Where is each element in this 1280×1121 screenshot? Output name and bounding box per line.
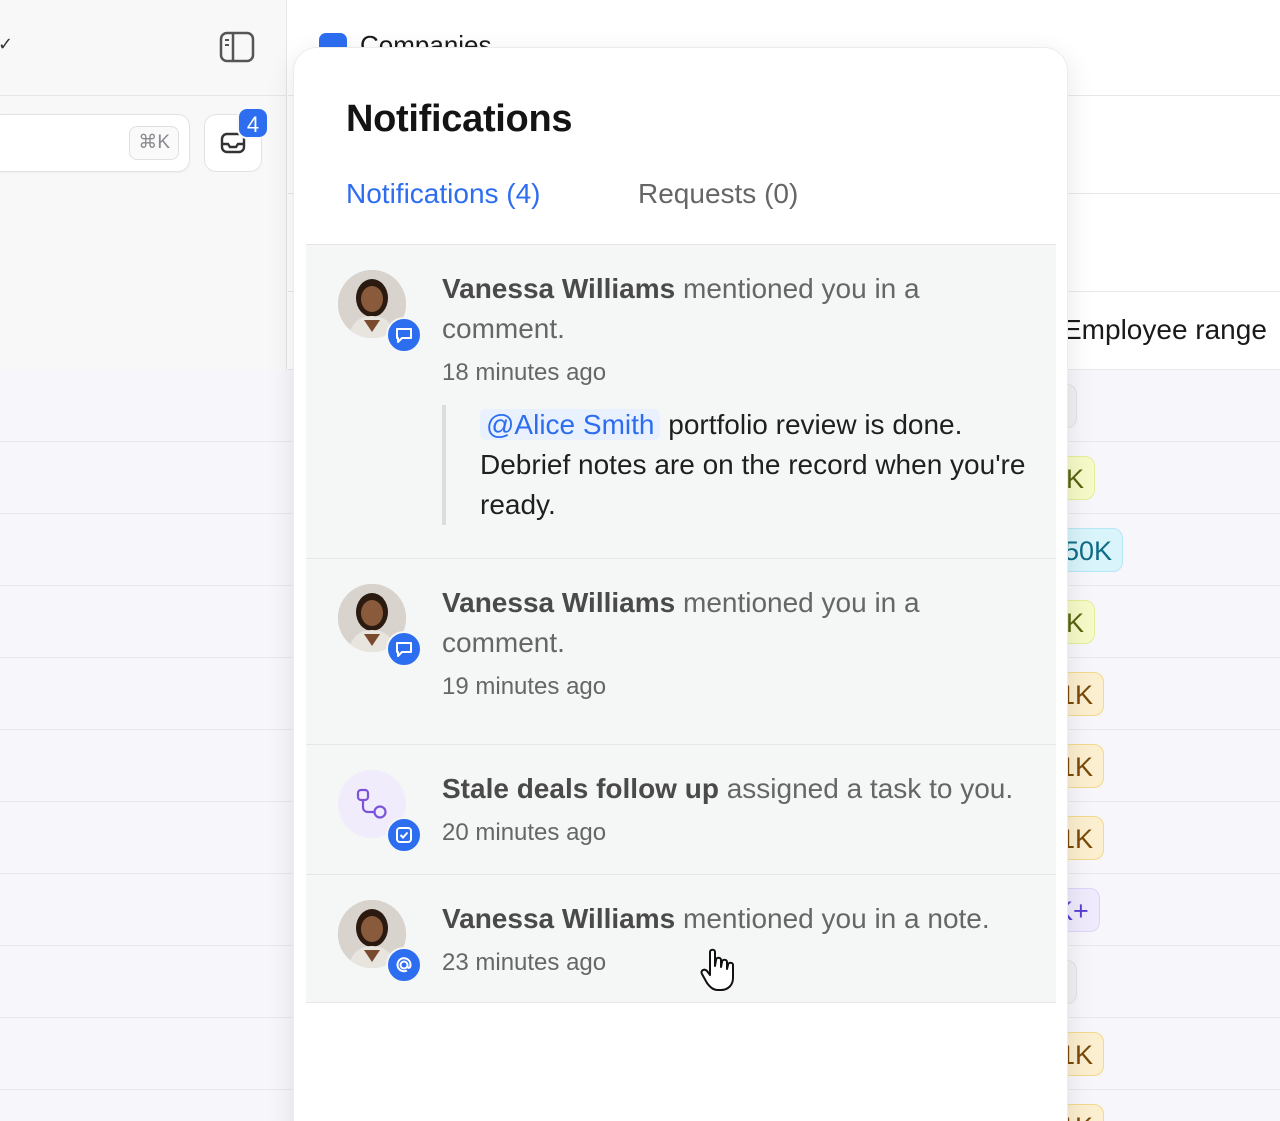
comment-quote: @Alice Smith portfolio review is done. D… <box>442 405 1032 525</box>
notification-action: mentioned you in a note. <box>683 903 990 934</box>
chevron-down-icon[interactable]: ✓ <box>0 34 13 55</box>
notification-item[interactable]: Vanessa Williams mentioned you in a note… <box>306 875 1056 1003</box>
notification-actor: Stale deals follow up <box>442 773 719 804</box>
sidebar-toggle-icon[interactable] <box>219 31 255 63</box>
column-header-employee-range[interactable]: Employee range <box>1063 314 1267 346</box>
pointer-hand-cursor-icon <box>700 948 734 991</box>
notification-item[interactable]: Vanessa Williams mentioned you in a comm… <box>306 559 1056 745</box>
notification-actor: Vanessa Williams <box>442 273 676 304</box>
notification-actor: Vanessa Williams <box>442 903 676 934</box>
comment-icon <box>386 317 422 353</box>
inbox-count-badge: 4 <box>237 107 269 139</box>
popover-title: Notifications <box>346 98 573 140</box>
notification-actor: Vanessa Williams <box>442 587 676 618</box>
tab-requests[interactable]: Requests (0) <box>638 178 798 210</box>
mention-link[interactable]: @Alice Smith <box>480 409 661 440</box>
search-input[interactable]: ⌘K <box>0 114 190 172</box>
notifications-popover: Notifications Notifications (4) Requests… <box>293 47 1068 1121</box>
notification-time: 20 minutes ago <box>442 819 607 846</box>
at-icon <box>386 947 422 983</box>
notification-item[interactable]: Vanessa Williams mentioned you in a comm… <box>306 245 1056 559</box>
task-check-icon <box>386 817 422 853</box>
notification-item[interactable]: Stale deals follow up assigned a task to… <box>306 745 1056 875</box>
notification-text: Vanessa Williams mentioned you in a note… <box>442 899 1042 939</box>
sidebar-divider <box>0 95 287 96</box>
notification-time: 19 minutes ago <box>442 673 607 700</box>
notification-text: Vanessa Williams mentioned you in a comm… <box>442 583 1042 663</box>
notification-time: 18 minutes ago <box>442 359 607 386</box>
search-shortcut-hint: ⌘K <box>129 126 179 160</box>
comment-icon <box>386 631 422 667</box>
tab-notifications[interactable]: Notifications (4) <box>346 178 541 210</box>
notification-list: Vanessa Williams mentioned you in a comm… <box>306 245 1056 1003</box>
notification-time: 23 minutes ago <box>442 949 607 976</box>
notification-action: assigned a task to you. <box>726 773 1014 804</box>
notification-text: Stale deals follow up assigned a task to… <box>442 769 1042 809</box>
notification-text: Vanessa Williams mentioned you in a comm… <box>442 269 1042 349</box>
